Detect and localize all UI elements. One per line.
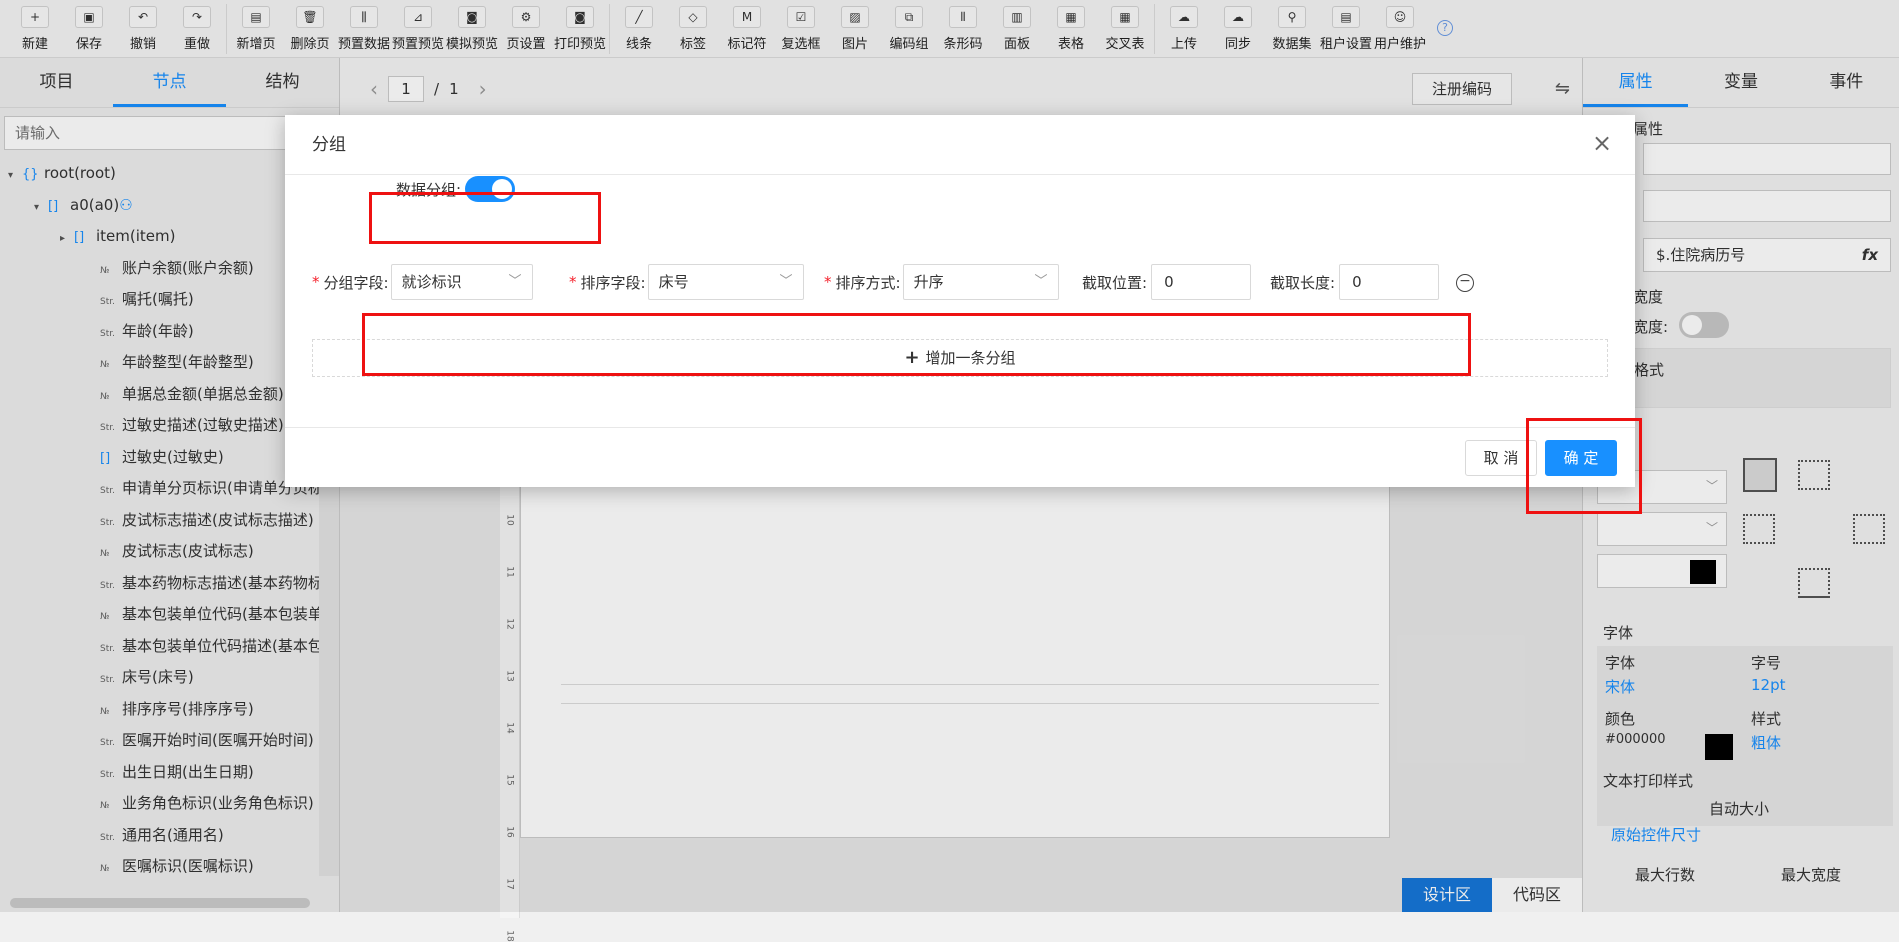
dialog-title: 分组 bbox=[285, 115, 1635, 175]
data-group-toggle[interactable] bbox=[465, 176, 516, 202]
cut-pos-row: 截取位置: 0 bbox=[1082, 264, 1252, 300]
plus-icon: + bbox=[904, 347, 920, 368]
remove-group-icon[interactable]: − bbox=[1456, 274, 1474, 292]
chevron-down-icon: ﹀ bbox=[1034, 274, 1048, 289]
cut-len-row: 截取长度: 0 bbox=[1270, 264, 1440, 300]
data-group-row: 数据分组: bbox=[396, 171, 516, 207]
required-mark: * bbox=[824, 273, 832, 291]
ok-button[interactable]: 确 定 bbox=[1545, 440, 1617, 476]
sort-field-row: * 排序字段: 床号 ﹀ bbox=[569, 264, 804, 300]
data-group-label: 数据分组: bbox=[396, 180, 462, 199]
required-mark: * bbox=[569, 273, 577, 291]
group-field-row: * 分组字段: 就诊标识 ﹀ bbox=[312, 264, 533, 300]
chevron-down-icon: ﹀ bbox=[508, 274, 522, 289]
cut-len-input[interactable]: 0 bbox=[1339, 264, 1440, 300]
sort-field-value: 床号 bbox=[658, 273, 689, 291]
sort-order-value: 升序 bbox=[913, 273, 944, 291]
sort-field-select[interactable]: 床号 ﹀ bbox=[647, 264, 804, 300]
sort-order-row: * 排序方式: 升序 ﹀ bbox=[824, 264, 1059, 300]
sort-order-select[interactable]: 升序 ﹀ bbox=[902, 264, 1059, 300]
group-field-select[interactable]: 就诊标识 ﹀ bbox=[390, 264, 533, 300]
add-group-button[interactable]: + 增加一条分组 bbox=[312, 339, 1608, 377]
group-dialog: 分组 × 数据分组: * 分组字段: 就诊标识 ﹀ * 排序字段: 床号 ﹀ * 排… bbox=[285, 115, 1635, 487]
add-group-label: 增加一条分组 bbox=[925, 349, 1016, 367]
chevron-down-icon: ﹀ bbox=[779, 274, 793, 289]
sort-order-label: 排序方式: bbox=[835, 273, 901, 292]
close-icon[interactable]: × bbox=[1587, 129, 1617, 157]
cut-len-label: 截取长度: bbox=[1270, 273, 1336, 292]
group-field-label: 分组字段: bbox=[323, 273, 389, 292]
cancel-button[interactable]: 取 消 bbox=[1465, 440, 1537, 476]
ruler-mark: 18 bbox=[504, 930, 515, 942]
sort-field-label: 排序字段: bbox=[580, 273, 646, 292]
group-field-value: 就诊标识 bbox=[401, 273, 462, 291]
dialog-footer: 取 消 确 定 bbox=[285, 427, 1635, 487]
required-mark: * bbox=[312, 273, 320, 291]
cut-pos-input[interactable]: 0 bbox=[1151, 264, 1252, 300]
cut-pos-label: 截取位置: bbox=[1082, 273, 1148, 292]
